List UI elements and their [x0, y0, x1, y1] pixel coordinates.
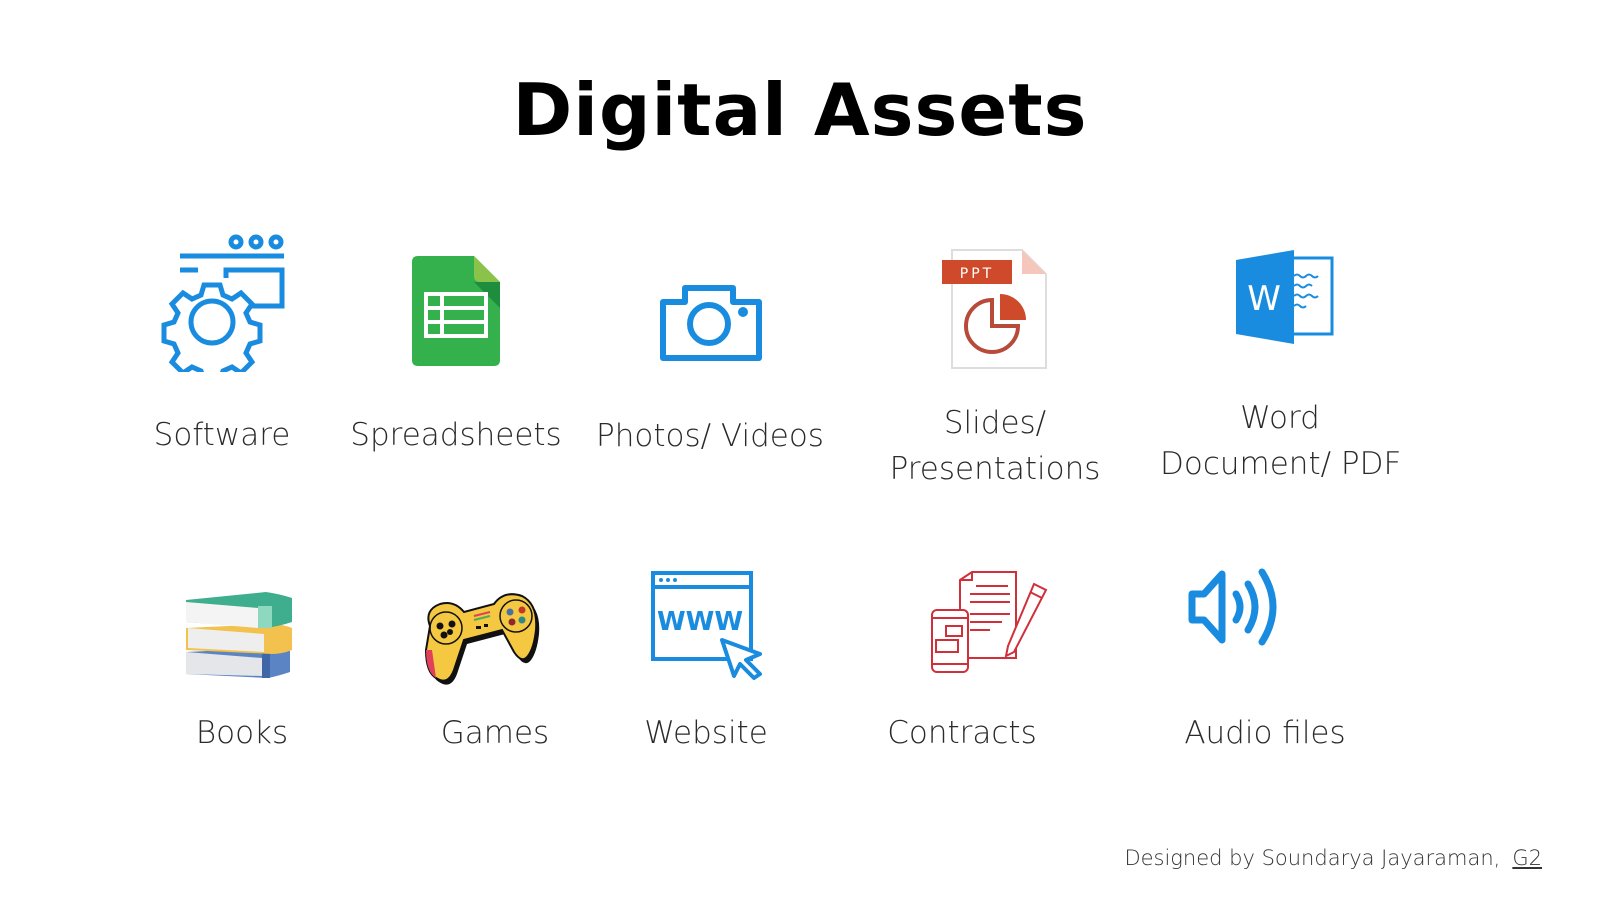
speaker-icon [1188, 568, 1277, 646]
asset-label: Software [153, 417, 291, 453]
asset-label-line: Slides/ [943, 405, 1047, 441]
camera-icon [660, 285, 762, 361]
g2-link[interactable]: G2 [1512, 846, 1542, 870]
browser-www-icon: WWW [651, 571, 762, 680]
asset-label: Games [440, 715, 550, 751]
asset-label: Contracts [887, 715, 1037, 751]
asset-label: Spreadsheets [350, 417, 562, 453]
asset-label-line: Word [1240, 400, 1320, 436]
asset-label: Website [644, 715, 768, 751]
contract-icon [931, 571, 1048, 673]
word-badge: W [1247, 279, 1281, 319]
www-text: WWW [657, 607, 743, 637]
gear-window-icon [161, 234, 285, 372]
ppt-badge: PPT [960, 266, 994, 282]
asset-label: Slides/ Presentations [880, 400, 1110, 492]
credit-text: Designed by Soundarya Jayaraman, [1124, 846, 1501, 870]
gamepad-icon [424, 593, 540, 685]
asset-label: Books [195, 715, 289, 751]
page-title: Digital Assets [512, 68, 1088, 152]
asset-label-line: Document/ PDF [1160, 446, 1402, 482]
word-icon: W [1236, 250, 1334, 344]
spreadsheet-icon [412, 256, 500, 366]
credit-line: Designed by Soundarya Jayaraman, G2 [1124, 846, 1542, 870]
ppt-file-icon: PPT [942, 249, 1047, 369]
asset-label: Photos/ Videos [596, 418, 824, 454]
asset-label: Word Document/ PDF [1160, 395, 1402, 487]
asset-label-line: Presentations [889, 451, 1101, 487]
books-icon [186, 592, 292, 678]
asset-label: Audio files [1184, 715, 1346, 751]
